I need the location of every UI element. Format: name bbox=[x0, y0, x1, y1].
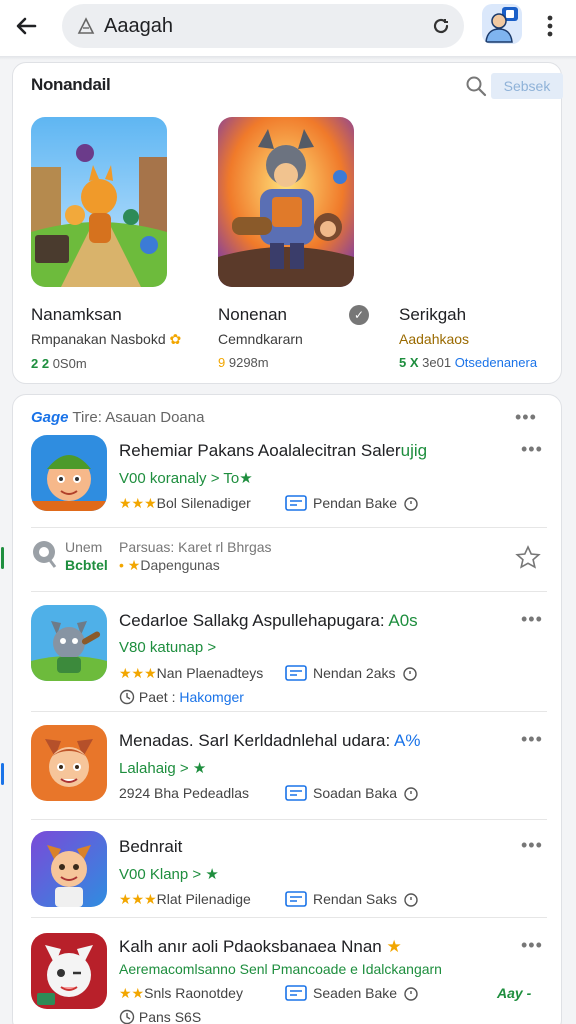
refresh-icon[interactable] bbox=[430, 15, 452, 37]
featured-item-meta: 2 2 0S0m bbox=[31, 356, 87, 371]
app-subtitle: Aeremacomlsanno Senl Pmancoade e Idalcka… bbox=[119, 961, 442, 977]
app-title: Kalh anır aoli Pdaoksbanaea Nnan ★ bbox=[119, 937, 402, 956]
more-horiz-icon[interactable]: ••• bbox=[521, 935, 543, 956]
card-icon bbox=[285, 665, 307, 681]
card-icon bbox=[285, 891, 307, 907]
list-item[interactable]: Rehemiar Pakans Aoalalecitran Salerujig … bbox=[13, 435, 563, 525]
app-publisher: Pans S6S bbox=[119, 1009, 201, 1024]
suggestion-label: Unem bbox=[65, 539, 103, 555]
featured-item-meta: 5 X 3e01 Otsedenanera bbox=[399, 355, 538, 370]
timer-icon bbox=[402, 667, 417, 681]
divider bbox=[31, 591, 547, 592]
app-icon bbox=[31, 435, 107, 511]
topbar-shadow bbox=[0, 56, 576, 60]
featured-item-sub: Cemndkararn bbox=[218, 331, 303, 347]
list-item[interactable]: Kalh anır aoli Pdaoksbanaea Nnan ★ Aerem… bbox=[13, 933, 563, 1024]
arrow-left-icon[interactable] bbox=[10, 10, 42, 42]
featured-item-sub: Aadahkaos bbox=[399, 331, 470, 347]
app-subtitle: V00 koranaly > To★ bbox=[119, 470, 253, 487]
card-icon bbox=[285, 985, 307, 1001]
featured-item[interactable]: Nanamksan Rmpanakan Nasbokd ✿ 2 2 0S0m bbox=[31, 117, 201, 371]
more-horiz-icon[interactable]: ••• bbox=[515, 407, 537, 428]
list-item[interactable]: Cedarloe Sallakg Aspullehapugara: A0s V8… bbox=[13, 605, 563, 715]
app-rating: ★★Snls Raonotdey bbox=[119, 985, 243, 1001]
app-list-card: Gage Tire: Asauan Doana ••• Rehemiar Pak… bbox=[1, 394, 563, 1024]
app-rating: ★★★Nan Plaenadteys bbox=[119, 665, 264, 681]
app-subtitle: V00 Klanp > ★ bbox=[119, 866, 219, 883]
app-icon bbox=[31, 933, 107, 1009]
list-item[interactable]: Menadas. Sarl Kerldadnlehal udara: A% La… bbox=[13, 725, 563, 815]
app-action[interactable]: Soadan Baka bbox=[285, 785, 419, 801]
clock-icon bbox=[119, 1009, 135, 1024]
app-action[interactable]: Rendan Saks bbox=[285, 891, 419, 907]
divider bbox=[31, 819, 547, 820]
featured-item-sub: Rmpanakan Nasbokd ✿ bbox=[31, 331, 182, 347]
suggestion-text: Parsuas: Karet rl Bhrgas bbox=[119, 539, 272, 555]
search-input[interactable]: Aaagah bbox=[104, 15, 430, 38]
more-vert-icon[interactable] bbox=[538, 12, 562, 40]
featured-item-meta: 9 9298m bbox=[218, 355, 269, 370]
featured-item-name: Nanamksan bbox=[31, 305, 122, 324]
featured-card: Nonandail Sebsek Nanamksan Rmpanakan Nas… bbox=[12, 62, 563, 384]
timer-icon bbox=[404, 893, 418, 907]
app-title: Cedarloe Sallakg Aspullehapugara: A0s bbox=[119, 611, 418, 630]
featured-item[interactable]: Nonenan Cemndkararn 9 9298m bbox=[218, 117, 388, 370]
suggestion-text: • ★Dapengunas bbox=[119, 557, 220, 573]
timer-icon bbox=[404, 497, 418, 511]
more-horiz-icon[interactable]: ••• bbox=[521, 729, 543, 750]
suggestion-row[interactable]: Unem Bcbtel Parsuas: Karet rl Bhrgas • ★… bbox=[13, 533, 563, 589]
info-icon[interactable]: ✓ bbox=[349, 305, 369, 325]
timer-icon bbox=[404, 987, 418, 1001]
featured-badge[interactable]: Sebsek bbox=[491, 73, 563, 99]
search-icon[interactable] bbox=[465, 75, 487, 97]
app-icon bbox=[31, 831, 107, 907]
top-bar: Aaagah bbox=[0, 0, 576, 56]
suggestion-label: Bcbtel bbox=[65, 557, 108, 573]
app-subtitle: Lalahaig > ★ bbox=[119, 760, 207, 777]
timer-icon bbox=[404, 787, 418, 801]
app-rating: ★★★Bol Silenadiger bbox=[119, 495, 251, 511]
divider bbox=[31, 917, 547, 918]
account-avatar-icon[interactable] bbox=[482, 4, 522, 44]
featured-item-name: Serikgah bbox=[399, 305, 467, 324]
featured-item[interactable]: Serikgah Aadahkaos 5 X 3e01 Otsedenanera bbox=[399, 117, 569, 370]
star-outline-icon[interactable] bbox=[515, 545, 541, 574]
app-title: Menadas. Sarl Kerldadnlehal udara: A% bbox=[119, 731, 421, 750]
app-subtitle: V80 katunap > bbox=[119, 639, 217, 656]
triangle-logo-icon bbox=[76, 16, 96, 36]
more-horiz-icon[interactable]: ••• bbox=[521, 609, 543, 630]
app-action[interactable]: Nendan 2aks bbox=[285, 665, 418, 681]
featured-title: Nonandail bbox=[31, 75, 111, 94]
section-header: Gage Tire: Asauan Doana bbox=[31, 409, 205, 426]
card-icon bbox=[285, 495, 307, 511]
side-marker bbox=[1, 547, 4, 569]
more-horiz-icon[interactable]: ••• bbox=[521, 439, 543, 460]
divider bbox=[31, 527, 547, 528]
card-icon bbox=[285, 785, 307, 801]
app-tag: Aay - bbox=[497, 985, 532, 1001]
search-bar[interactable]: Aaagah bbox=[62, 4, 464, 48]
game-artwork bbox=[31, 117, 167, 287]
app-rating: ★★★Rlat Pilenadige bbox=[119, 891, 251, 907]
app-title: Bednrait bbox=[119, 837, 183, 856]
app-title: Rehemiar Pakans Aoalalecitran Salerujig bbox=[119, 441, 428, 460]
app-action[interactable]: Seaden Bake bbox=[285, 985, 419, 1001]
app-action[interactable]: Pendan Bake bbox=[285, 495, 419, 511]
app-publisher: Paet : Hakomger bbox=[119, 689, 244, 705]
list-item[interactable]: Bednrait V00 Klanp > ★ ★★★Rlat Pilenadig… bbox=[13, 831, 563, 921]
clock-icon bbox=[119, 689, 135, 705]
more-horiz-icon[interactable]: ••• bbox=[521, 835, 543, 856]
app-icon bbox=[31, 605, 107, 681]
pin-icon bbox=[31, 539, 57, 569]
app-rating: 2924 Bha Pedeadlas bbox=[119, 785, 249, 801]
side-marker bbox=[1, 763, 4, 785]
game-artwork bbox=[218, 117, 354, 287]
app-icon bbox=[31, 725, 107, 801]
divider bbox=[31, 711, 547, 712]
